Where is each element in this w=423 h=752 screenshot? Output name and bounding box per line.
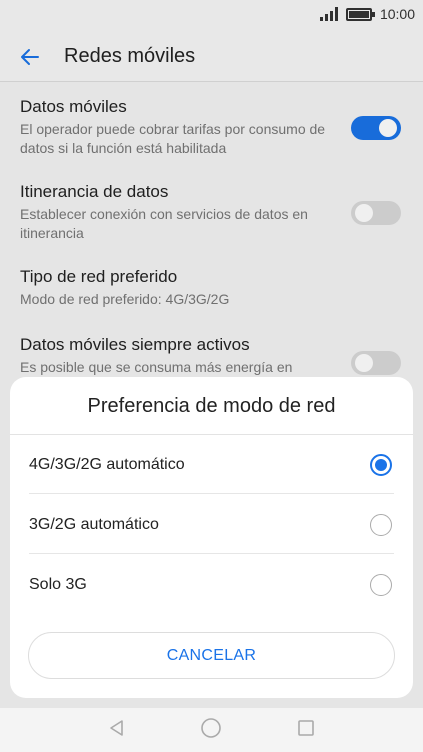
radio-unselected-icon[interactable] — [370, 513, 392, 536]
square-recents-icon[interactable] — [296, 718, 316, 743]
option-label: 4G/3G/2G automático — [29, 455, 185, 473]
nav-bar — [0, 708, 423, 752]
triangle-back-icon[interactable] — [107, 718, 127, 743]
cancel-button[interactable]: CANCELAR — [28, 632, 395, 679]
radio-unselected-icon[interactable] — [370, 573, 392, 596]
dialog-title: Preferencia de modo de red — [87, 395, 336, 417]
radio-selected-icon[interactable] — [370, 453, 392, 476]
option-4g3g2g[interactable]: 4G/3G/2G automático — [10, 435, 413, 494]
option-3g-only[interactable]: Solo 3G — [10, 555, 413, 614]
network-mode-dialog: Preferencia de modo de red 4G/3G/2G auto… — [10, 377, 413, 698]
option-label: Solo 3G — [29, 575, 87, 593]
circle-home-icon[interactable] — [200, 717, 222, 744]
option-3g2g[interactable]: 3G/2G automático — [10, 495, 413, 554]
option-label: 3G/2G automático — [29, 515, 159, 533]
